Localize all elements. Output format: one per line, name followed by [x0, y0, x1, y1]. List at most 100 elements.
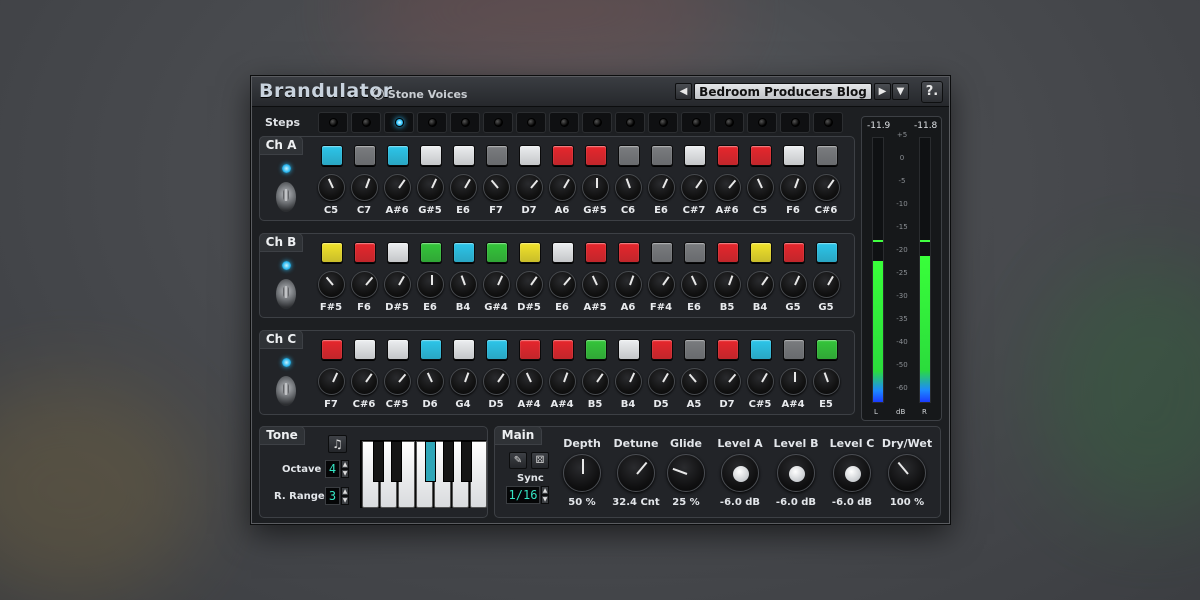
pitch-knob[interactable]	[351, 174, 378, 201]
step-pad[interactable]	[552, 145, 574, 166]
preset-prev-button[interactable]: ◀	[675, 83, 692, 100]
step-slot[interactable]	[450, 112, 480, 133]
pitch-knob[interactable]	[318, 271, 345, 298]
step-pad[interactable]	[585, 339, 607, 360]
step-pad[interactable]	[354, 145, 376, 166]
step-pad[interactable]	[519, 339, 541, 360]
step-pad[interactable]	[453, 145, 475, 166]
range-down-button[interactable]: ▼	[341, 496, 349, 505]
pitch-knob[interactable]	[714, 174, 741, 201]
pitch-knob[interactable]	[351, 368, 378, 395]
step-pad[interactable]	[486, 242, 508, 263]
pitch-knob[interactable]	[681, 271, 708, 298]
pitch-knob[interactable]	[714, 271, 741, 298]
pitch-knob[interactable]	[648, 368, 675, 395]
step-pad[interactable]	[552, 242, 574, 263]
pitch-knob[interactable]	[582, 271, 609, 298]
step-slot[interactable]	[648, 112, 678, 133]
step-slot[interactable]	[384, 112, 414, 133]
pitch-knob[interactable]	[582, 174, 609, 201]
pitch-knob[interactable]	[615, 271, 642, 298]
step-slot[interactable]	[417, 112, 447, 133]
piano-black-key[interactable]	[391, 441, 402, 482]
step-slot[interactable]	[549, 112, 579, 133]
pitch-knob[interactable]	[483, 368, 510, 395]
pitch-knob[interactable]	[747, 174, 774, 201]
pitch-knob[interactable]	[582, 368, 609, 395]
step-pad[interactable]	[783, 242, 805, 263]
step-pad[interactable]	[486, 145, 508, 166]
pitch-knob[interactable]	[417, 271, 444, 298]
pitch-knob[interactable]	[549, 271, 576, 298]
pitch-knob[interactable]	[681, 174, 708, 201]
piano-black-key[interactable]	[373, 441, 384, 482]
step-pad[interactable]	[717, 145, 739, 166]
pitch-knob[interactable]	[450, 271, 477, 298]
pitch-knob[interactable]	[648, 271, 675, 298]
piano-black-key[interactable]	[443, 441, 454, 482]
step-pad[interactable]	[618, 145, 640, 166]
main-knob[interactable]	[888, 454, 926, 492]
step-pad[interactable]	[717, 242, 739, 263]
step-pad[interactable]	[651, 242, 673, 263]
channel-toggle-switch[interactable]	[276, 182, 296, 212]
main-knob[interactable]	[617, 454, 655, 492]
step-slot[interactable]	[780, 112, 810, 133]
step-pad[interactable]	[750, 145, 772, 166]
preset-name-display[interactable]: Bedroom Producers Blog	[694, 83, 872, 100]
step-pad[interactable]	[618, 242, 640, 263]
step-pad[interactable]	[684, 145, 706, 166]
step-slot[interactable]	[813, 112, 843, 133]
pitch-knob[interactable]	[318, 368, 345, 395]
step-pad[interactable]	[750, 339, 772, 360]
step-pad[interactable]	[519, 242, 541, 263]
help-button[interactable]: ?.	[921, 81, 943, 103]
sync-display[interactable]: 1/16	[506, 486, 540, 504]
pitch-knob[interactable]	[813, 174, 840, 201]
wrench-button[interactable]: ✎	[509, 452, 527, 469]
step-slot[interactable]	[615, 112, 645, 133]
step-pad[interactable]	[816, 339, 838, 360]
randomize-button[interactable]: ⚄	[531, 452, 549, 469]
pitch-knob[interactable]	[615, 174, 642, 201]
pitch-knob[interactable]	[417, 174, 444, 201]
step-pad[interactable]	[420, 242, 442, 263]
step-slot[interactable]	[582, 112, 612, 133]
sync-up-button[interactable]: ▲	[541, 486, 549, 495]
pitch-knob[interactable]	[681, 368, 708, 395]
step-pad[interactable]	[354, 242, 376, 263]
piano-white-key[interactable]	[470, 441, 487, 508]
step-slot[interactable]	[747, 112, 777, 133]
piano-black-key[interactable]	[461, 441, 472, 482]
step-pad[interactable]	[486, 339, 508, 360]
preset-menu-button[interactable]: ▼	[892, 83, 909, 100]
pitch-knob[interactable]	[351, 271, 378, 298]
pitch-knob[interactable]	[780, 271, 807, 298]
pitch-knob[interactable]	[318, 174, 345, 201]
piano-black-key-active[interactable]	[425, 441, 436, 482]
pitch-knob[interactable]	[417, 368, 444, 395]
step-pad[interactable]	[585, 145, 607, 166]
main-knob[interactable]	[667, 454, 705, 492]
pitch-knob[interactable]	[549, 174, 576, 201]
pitch-knob[interactable]	[483, 174, 510, 201]
step-pad[interactable]	[651, 145, 673, 166]
step-pad[interactable]	[387, 145, 409, 166]
step-pad[interactable]	[420, 339, 442, 360]
pitch-knob[interactable]	[780, 368, 807, 395]
step-pad[interactable]	[816, 242, 838, 263]
step-pad[interactable]	[651, 339, 673, 360]
pitch-knob[interactable]	[648, 174, 675, 201]
step-pad[interactable]	[453, 339, 475, 360]
step-slot[interactable]	[318, 112, 348, 133]
octave-down-button[interactable]: ▼	[341, 469, 349, 478]
pitch-knob[interactable]	[384, 271, 411, 298]
step-pad[interactable]	[354, 339, 376, 360]
pitch-knob[interactable]	[450, 368, 477, 395]
step-pad[interactable]	[387, 339, 409, 360]
step-pad[interactable]	[618, 339, 640, 360]
main-knob[interactable]	[563, 454, 601, 492]
preset-next-button[interactable]: ▶	[874, 83, 891, 100]
step-pad[interactable]	[816, 145, 838, 166]
step-pad[interactable]	[684, 242, 706, 263]
